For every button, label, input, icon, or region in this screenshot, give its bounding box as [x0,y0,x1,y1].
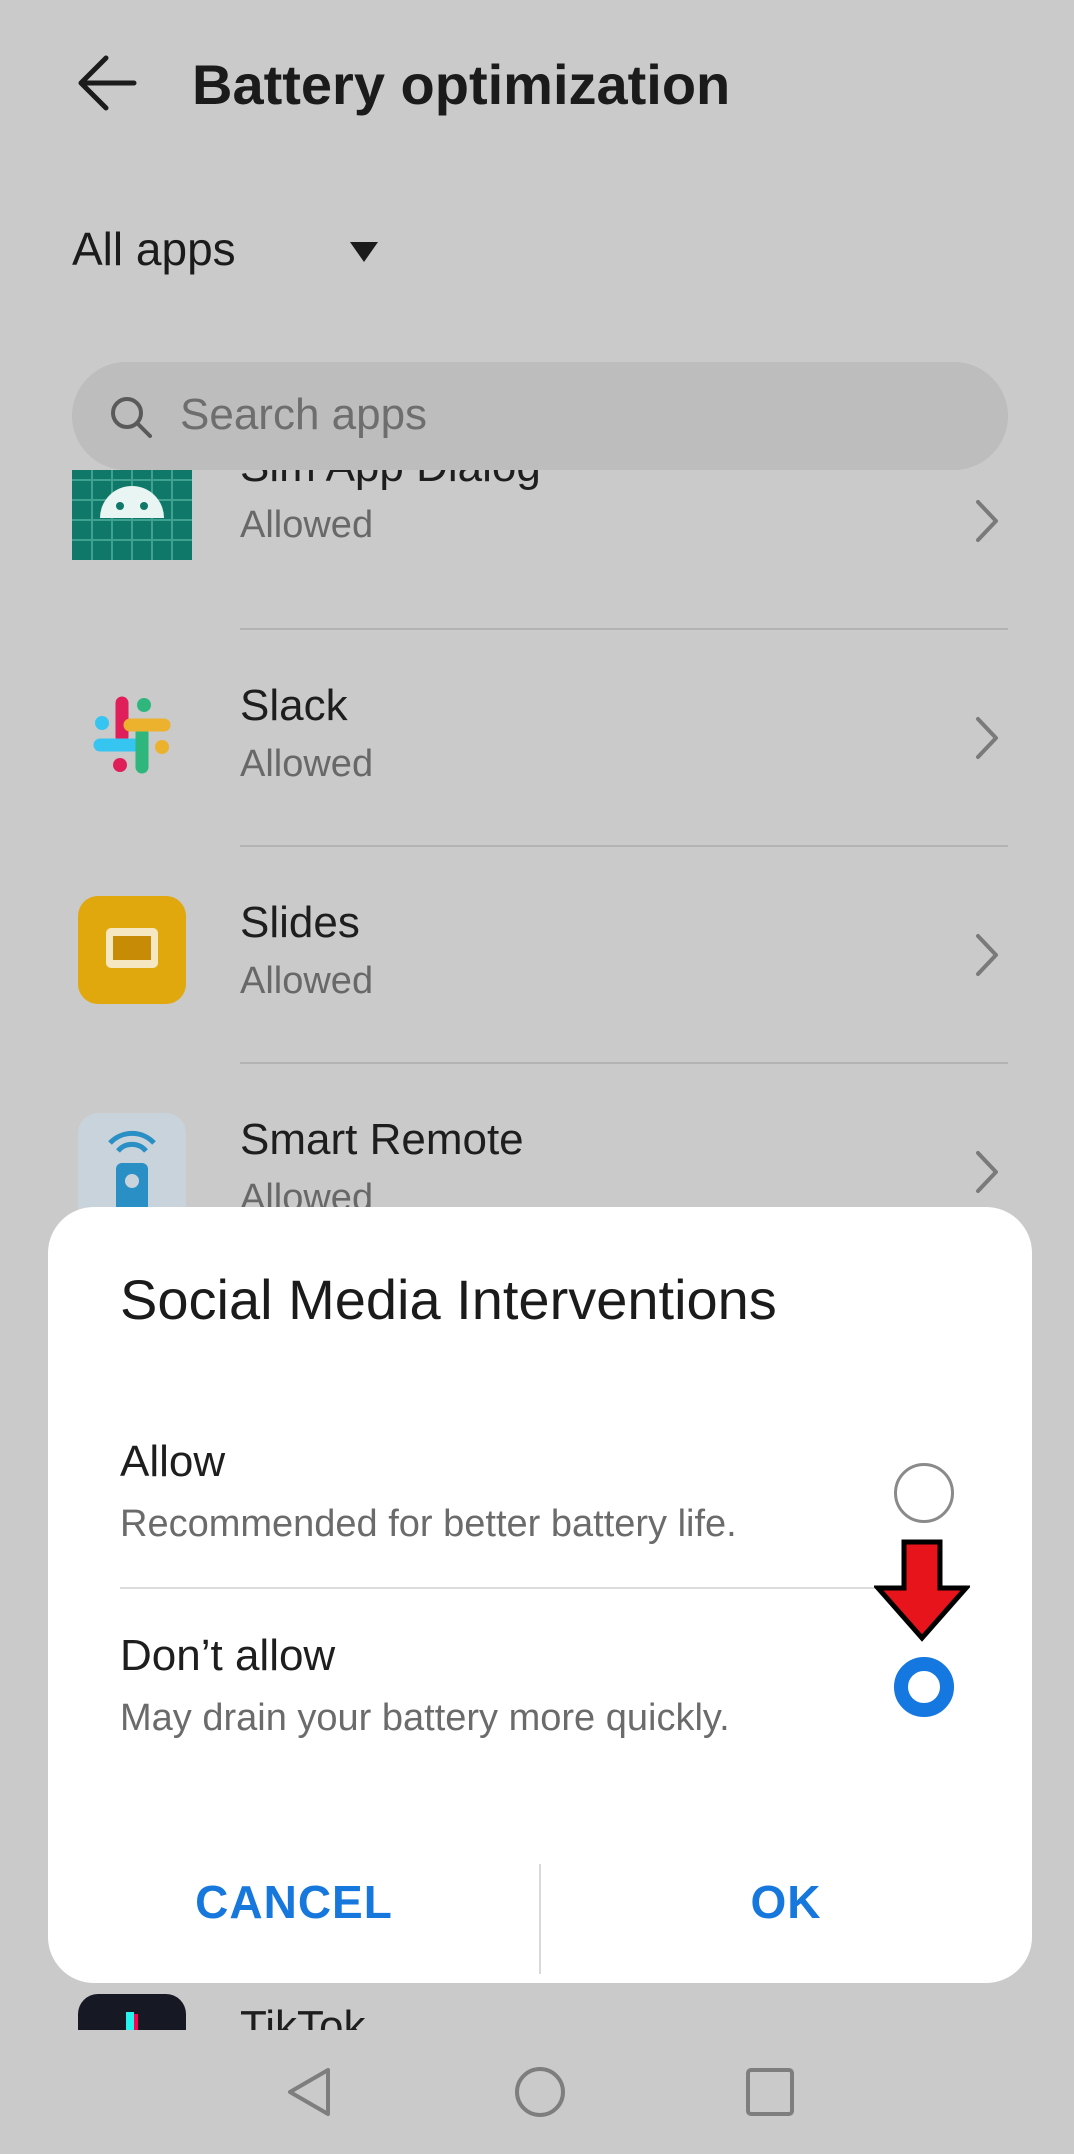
app-name: TikTok [240,2002,366,2030]
back-triangle-icon[interactable] [282,2064,338,2120]
red-arrow-down-icon [874,1539,970,1642]
list-item[interactable]: Sim App Dialog Allowed [0,470,1074,630]
caret-down-icon[interactable] [350,242,378,262]
page-title: Battery optimization [192,53,731,116]
home-circle-icon[interactable] [512,2064,568,2120]
search-placeholder: Search apps [180,390,428,439]
app-name: Slides [240,898,360,947]
list-item[interactable]: TikTok [0,1980,1074,2030]
app-status: Allowed [240,743,374,785]
chevron-right-icon [976,934,998,976]
cancel-button[interactable]: CANCEL [48,1875,540,1929]
slack-icon [93,696,171,774]
back-button[interactable] [72,48,142,118]
app-status: Allowed [240,504,374,546]
arrow-left-icon [78,55,137,111]
chevron-right-icon [972,2026,1002,2030]
dialog-title: Social Media Interventions [120,1268,777,1331]
app-name: Slack [240,681,348,730]
chevron-right-icon [976,500,998,542]
search-input[interactable]: Search apps [72,362,1008,470]
option-allow-description: Recommended for better battery life. [120,1503,737,1545]
option-allow-title[interactable]: Allow [120,1437,225,1487]
option-dont-allow-description: May drain your battery more quickly. [120,1697,730,1739]
radio-allow[interactable] [894,1463,954,1523]
option-dont-allow-title[interactable]: Don’t allow [120,1631,335,1681]
chevron-right-icon [976,717,998,759]
tiktok-icon [78,1994,186,2030]
ok-button[interactable]: OK [540,1875,1032,1929]
recents-square-icon[interactable] [742,2064,798,2120]
list-item[interactable]: Slides Allowed [0,846,1074,1064]
list-item[interactable]: Slack Allowed [0,629,1074,847]
app-name: Smart Remote [240,1115,524,1164]
android-icon [72,470,192,560]
filter-dropdown-label[interactable]: All apps [72,222,236,276]
chevron-right-icon [976,1151,998,1193]
app-status: Allowed [240,960,374,1002]
search-icon [111,397,152,438]
divider [120,1587,960,1589]
slides-icon [78,896,186,1004]
app-name: Sim App Dialog [240,470,541,492]
radio-dont-allow[interactable] [894,1657,954,1717]
